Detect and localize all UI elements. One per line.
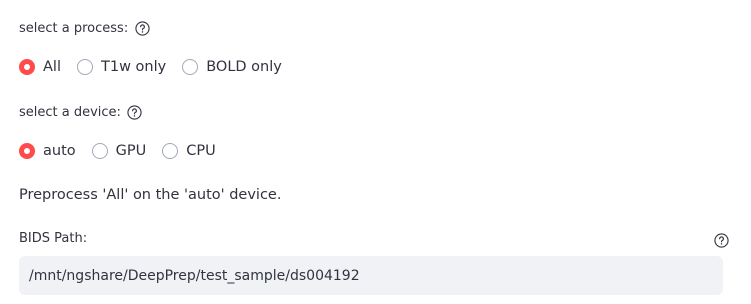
radio-label: CPU (186, 143, 216, 159)
radio-label: GPU (115, 143, 147, 159)
radio-process-all[interactable]: All (19, 59, 61, 75)
question-circle-icon[interactable] (127, 104, 143, 120)
summary-text: Preprocess 'All' on the 'auto' device. (19, 187, 282, 203)
radio-unselected-icon[interactable] (76, 59, 93, 75)
radio-unselected-icon[interactable] (182, 59, 199, 75)
radio-unselected-icon[interactable] (162, 143, 179, 159)
device-radio-group: auto GPU CPU (19, 140, 232, 162)
process-label: select a process: (19, 20, 129, 36)
question-circle-icon[interactable] (713, 232, 729, 248)
radio-label: auto (43, 143, 76, 159)
settings-panel: select a process: All T1w only BOLD only… (0, 0, 751, 304)
radio-device-gpu[interactable]: GPU (91, 143, 147, 159)
radio-label: All (43, 59, 61, 75)
device-label: select a device: (19, 104, 121, 120)
device-label-row: select a device: (19, 104, 143, 120)
radio-process-t1w[interactable]: T1w only (76, 59, 167, 75)
bids-label-row: BIDS Path: (19, 231, 87, 246)
radio-selected-icon[interactable] (19, 59, 35, 75)
radio-label: BOLD only (206, 59, 282, 75)
radio-device-auto[interactable]: auto (19, 143, 76, 159)
bids-path-label: BIDS Path: (19, 231, 88, 246)
process-radio-group: All T1w only BOLD only (19, 56, 298, 78)
radio-device-cpu[interactable]: CPU (162, 143, 216, 159)
radio-process-bold[interactable]: BOLD only (182, 59, 282, 75)
process-label-row: select a process: (19, 20, 150, 36)
radio-selected-icon[interactable] (19, 143, 35, 159)
bids-path-input[interactable] (19, 256, 723, 295)
radio-unselected-icon[interactable] (91, 143, 108, 159)
radio-label: T1w only (100, 59, 167, 75)
question-circle-icon[interactable] (134, 20, 150, 36)
